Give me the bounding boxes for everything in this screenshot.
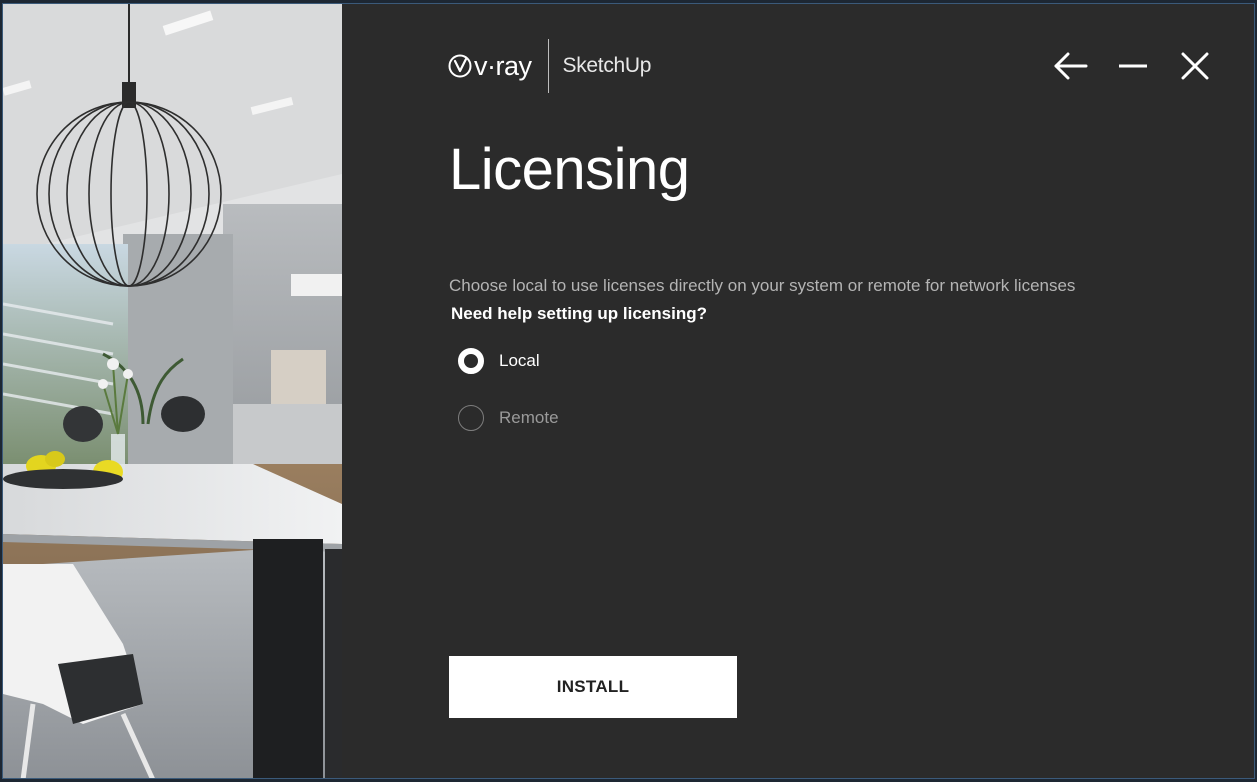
interior-render-image (3, 4, 342, 778)
minimize-icon (1119, 64, 1147, 68)
installer-window: v·ray SketchUp Licensing Choose local to… (2, 3, 1255, 779)
minimize-button[interactable] (1114, 47, 1152, 85)
brand-logo: v·ray SketchUp (448, 38, 651, 94)
radio-local-checked[interactable] (458, 348, 484, 374)
radio-label-remote: Remote (499, 408, 559, 427)
logo-divider (547, 39, 549, 93)
radio-option-local[interactable]: Local (458, 348, 540, 374)
arrow-left-icon (1054, 52, 1088, 80)
back-button[interactable] (1052, 47, 1090, 85)
licensing-help-link[interactable]: Need help setting up licensing? (451, 304, 707, 324)
vray-logo: v·ray (448, 51, 532, 82)
page-title: Licensing (449, 137, 690, 202)
radio-remote-unchecked[interactable] (458, 405, 484, 431)
install-button[interactable]: INSTALL (449, 656, 737, 718)
close-icon (1181, 52, 1209, 80)
window-controls (1052, 47, 1214, 85)
product-name: SketchUp (562, 54, 652, 77)
radio-label-local: Local (499, 351, 540, 370)
radio-option-remote[interactable]: Remote (458, 405, 559, 431)
content-panel: v·ray SketchUp Licensing Choose local to… (342, 4, 1254, 778)
brand-name: v·ray (474, 50, 532, 81)
close-button[interactable] (1176, 47, 1214, 85)
page-description: Choose local to use licenses directly on… (449, 276, 1076, 295)
vray-v-icon (448, 54, 472, 78)
